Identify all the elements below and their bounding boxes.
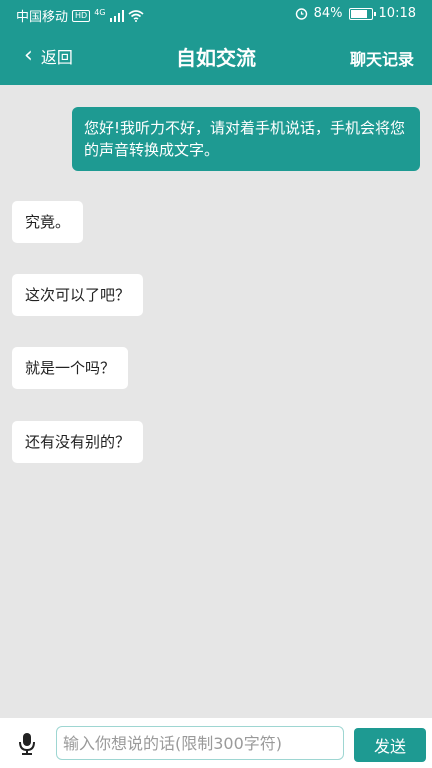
other-message-bubble: 就是一个吗？ (12, 347, 129, 389)
clock: 10:18 (378, 6, 416, 21)
other-message-bubble: 还有没有别的？ (12, 421, 144, 463)
chat-history-button[interactable]: 聊天记录 (350, 46, 414, 70)
input-bar: 发送 (0, 718, 432, 768)
microphone-icon[interactable] (17, 732, 37, 756)
nav-bar: ‹ 返回 自如交流 聊天记录 (0, 28, 432, 85)
send-button[interactable]: 发送 (354, 728, 426, 762)
status-right: 84% 10:18 (295, 6, 416, 21)
network-label: 4G (94, 8, 106, 17)
chat-area[interactable]: 您好!我听力不好，请对着手机说话，手机会将您的声音转换成文字。 究竟。 这次可以… (0, 85, 432, 718)
alarm-icon (295, 8, 307, 20)
signal-icon (109, 9, 124, 22)
self-message-bubble: 您好!我听力不好，请对着手机说话，手机会将您的声音转换成文字。 (72, 107, 420, 171)
battery-fill (350, 9, 368, 18)
status-left: 中国移动 HD 4G (16, 6, 144, 25)
battery-icon (348, 7, 376, 20)
message-input[interactable] (56, 726, 344, 760)
hd-badge: HD (72, 9, 91, 22)
carrier-label: 中国移动 (16, 10, 69, 25)
status-bar: 中国移动 HD 4G 84% 10:18 (0, 0, 432, 28)
wifi-icon (127, 9, 144, 22)
battery-percent: 84% (313, 6, 343, 21)
other-message-bubble: 这次可以了吧？ (12, 274, 144, 316)
app-header: 中国移动 HD 4G 84% 10:18 ‹ 返回 自如交流 聊天记录 (0, 0, 432, 85)
other-message-bubble: 究竟。 (12, 201, 84, 243)
